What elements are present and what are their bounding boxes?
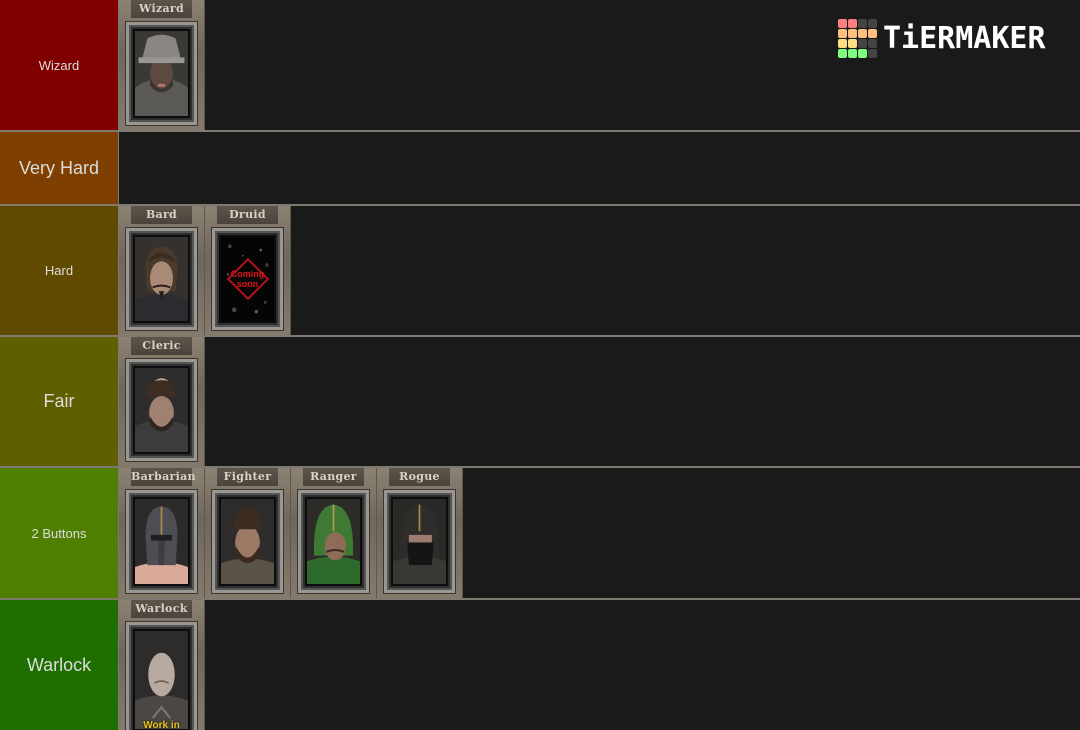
logo-text: TiERMAKER: [883, 20, 1046, 56]
tier-label[interactable]: Warlock: [0, 600, 118, 730]
card-title: Druid: [217, 206, 278, 224]
logo-grid-square: [848, 19, 857, 28]
tier-row-fair: Fair Cleric: [0, 337, 1080, 466]
logo-grid-square: [838, 19, 847, 28]
tier-row-warlock: Warlock Warlock Work in: [0, 600, 1080, 730]
tier-items[interactable]: Warlock Work in: [119, 600, 1080, 730]
logo-grid-square: [858, 29, 867, 38]
card-frame: [212, 490, 283, 593]
card-title: Barbarian: [131, 468, 196, 486]
tier-items[interactable]: [119, 132, 1080, 204]
card-frame: [384, 490, 455, 593]
logo-grid-square: [868, 49, 877, 58]
logo-grid-square: [848, 29, 857, 38]
logo-grid-square: [848, 39, 857, 48]
tier-label[interactable]: Wizard: [0, 0, 118, 130]
class-card-warlock[interactable]: Warlock Work in: [119, 600, 205, 730]
tier-items[interactable]: Barbarian Fighter Ranger Rogue: [119, 468, 1080, 598]
logo-grid-square: [858, 19, 867, 28]
tier-label-text: Warlock: [26, 654, 92, 675]
cleric-portrait: [133, 366, 190, 454]
card-title: Bard: [131, 206, 192, 224]
card-title: Wizard: [131, 0, 192, 18]
class-card-ranger[interactable]: Ranger: [291, 468, 377, 598]
class-card-fighter[interactable]: Fighter: [205, 468, 291, 598]
tier-row-very-hard: Very Hard: [0, 132, 1080, 204]
coming-soon-placeholder: Coming soon: [219, 235, 276, 323]
tier-label[interactable]: Fair: [0, 337, 118, 466]
card-title: Ranger: [303, 468, 364, 486]
tier-label[interactable]: 2 Buttons: [0, 468, 118, 598]
tier-label-text: Hard: [44, 263, 74, 278]
logo-grid-square: [868, 39, 877, 48]
card-frame: Coming soon: [212, 228, 283, 330]
coming-soon-text: Coming soon: [230, 269, 265, 289]
tier-label[interactable]: Hard: [0, 206, 118, 335]
fighter-portrait: [219, 497, 276, 586]
card-title: Fighter: [217, 468, 278, 486]
ranger-portrait: [305, 497, 362, 586]
logo-grid-square: [868, 29, 877, 38]
tier-label-text: Fair: [43, 391, 75, 411]
class-card-druid[interactable]: Druid Coming soon: [205, 206, 291, 335]
logo-grid-square: [838, 49, 847, 58]
warlock-portrait: Work in: [133, 629, 190, 730]
barbarian-portrait: [133, 497, 190, 586]
logo-grid-square: [858, 39, 867, 48]
wizard-portrait: [133, 29, 190, 118]
logo-grid-square: [838, 29, 847, 38]
card-frame: Work in: [126, 622, 197, 730]
rogue-portrait: [391, 497, 448, 586]
class-card-wizard[interactable]: Wizard: [119, 0, 205, 130]
card-frame: [126, 359, 197, 461]
tier-items[interactable]: Bard Druid Coming soon: [119, 206, 1080, 335]
tier-label[interactable]: Very Hard: [0, 132, 118, 204]
logo-grid-square: [868, 19, 877, 28]
tier-label-text: 2 Buttons: [31, 525, 87, 541]
tier-label-text: Wizard: [38, 57, 80, 73]
card-title: Warlock: [131, 600, 192, 618]
card-frame: [126, 22, 197, 125]
logo-grid-square: [848, 49, 857, 58]
card-frame: [126, 490, 197, 593]
logo-grid-icon: [838, 19, 877, 58]
card-title: Cleric: [131, 337, 192, 355]
class-card-rogue[interactable]: Rogue: [377, 468, 463, 598]
card-frame: [298, 490, 369, 593]
logo-grid-square: [838, 39, 847, 48]
logo-grid-square: [858, 49, 867, 58]
card-title: Rogue: [389, 468, 450, 486]
tier-row-hard: Hard Bard Druid Coming soon: [0, 206, 1080, 335]
tier-list: Wizard Wizard Very Hard Hard Bard Druid …: [0, 0, 1080, 730]
tier-label-text: Very Hard: [18, 157, 100, 178]
class-card-barbarian[interactable]: Barbarian: [119, 468, 205, 598]
bard-portrait: [133, 235, 190, 323]
class-card-bard[interactable]: Bard: [119, 206, 205, 335]
class-card-cleric[interactable]: Cleric: [119, 337, 205, 466]
tier-items[interactable]: Cleric: [119, 337, 1080, 466]
tier-row-2-buttons: 2 Buttons Barbarian Fighter Ranger Rogue: [0, 468, 1080, 598]
tiermaker-logo[interactable]: TiERMAKER: [838, 19, 1046, 58]
work-in-progress-text: Work in: [143, 720, 180, 730]
card-frame: [126, 228, 197, 330]
